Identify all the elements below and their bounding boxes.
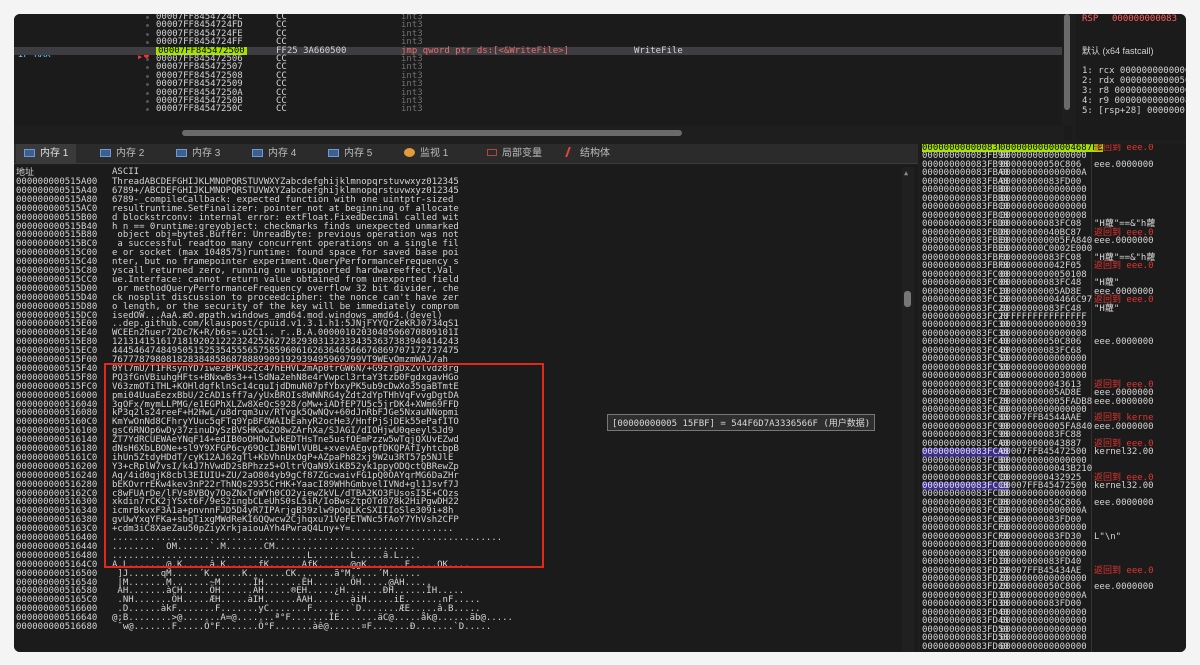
memory-address: 000000000516680 xyxy=(16,622,98,632)
registers-panel[interactable]: RSP 000000000083 默认 (x64 fastcall) 1: rc… xyxy=(1076,14,1186,140)
address-column-header: 地址 xyxy=(16,167,35,177)
argument-row: 4: r9 000000000000083 xyxy=(1082,96,1186,106)
tab-label: 内存 2 xyxy=(116,148,145,159)
stack-comment: eee.0000000 xyxy=(1094,159,1154,170)
memory-vscroll[interactable] xyxy=(902,167,914,652)
rsp-label: RSP xyxy=(1082,14,1099,24)
memory-icon xyxy=(328,149,339,157)
memory-tabbar: 内存 1 内存 2 内存 3 内存 4 内存 5 监视 1 局部变量 结构体 xyxy=(14,144,918,164)
stack-comment: 返回到 eee.0 xyxy=(1094,565,1154,576)
tab-label: 结构体 xyxy=(580,148,610,159)
tab-3[interactable]: 内存 3 xyxy=(168,144,228,164)
stack-comment: 返回到 eee.0 xyxy=(1094,261,1154,272)
memory-icon xyxy=(100,149,111,157)
tab-label: 内存 3 xyxy=(192,148,221,159)
disasm-address: 00007FF84547250C xyxy=(156,104,243,115)
argument-row: 2: rdx 0000000000050 xyxy=(1082,76,1186,86)
gutter-dot-icon[interactable] xyxy=(146,58,149,61)
stack-comment: eee.0000000 xyxy=(1094,337,1154,348)
tab-label: 内存 5 xyxy=(344,148,373,159)
stack-comment: "H蘿" xyxy=(1094,303,1120,314)
stack-view[interactable]: 00000000000083FB88 00000000000004687FE 返回到… xyxy=(920,144,1186,652)
stack-comment: eee.0000000 xyxy=(1094,497,1154,508)
memory-value-tooltip: [00000000005 15FBF] = 544F6D7A3336566F (… xyxy=(607,414,876,431)
memory-vscroll-thumb[interactable] xyxy=(904,291,911,307)
disassembly-vscroll-thumb[interactable] xyxy=(1064,14,1070,110)
stack-comment: eee.0000000 xyxy=(1094,421,1154,432)
tab-label: 内存 4 xyxy=(268,148,297,159)
stack-comment: eee.0000000 xyxy=(1094,582,1154,593)
debugger-window: IP RAX ▶ 00007FF8454724FC CC int3 00007FF84… xyxy=(14,14,1186,652)
struct-icon xyxy=(565,147,577,157)
stack-comment: L"\n" xyxy=(1094,531,1122,542)
stack-comment: eee.0000000 xyxy=(1094,235,1154,246)
memory-icon xyxy=(252,149,263,157)
disassembly-hscroll-thumb[interactable] xyxy=(182,130,682,136)
disasm-instruction: jmp qword ptr ds:[<&WriteFile>] xyxy=(401,45,569,56)
tab-6[interactable]: 监视 1 xyxy=(396,144,456,164)
memory-icon xyxy=(24,149,35,157)
disassembly-view[interactable]: IP RAX ▶ 00007FF8454724FC CC int3 00007FF84… xyxy=(14,14,1072,140)
memory-icon xyxy=(176,149,187,157)
disasm-bytes: CC xyxy=(276,104,287,115)
ascii-column-header: ASCII xyxy=(112,167,140,177)
tab-label: 内存 1 xyxy=(40,148,69,159)
stack-row[interactable]: 000000000083FD60 0000000000000000 xyxy=(920,641,1186,652)
locals-icon xyxy=(487,149,497,156)
stack-address: 000000000083FD60 xyxy=(922,641,1009,652)
stack-comment: kernel32.00 xyxy=(1094,447,1154,458)
stack-comment: 返回到 eee.0 xyxy=(1094,144,1154,153)
gutter-dot-icon[interactable] xyxy=(146,16,149,19)
gutter-dot-icon[interactable] xyxy=(146,100,149,103)
tab-5[interactable]: 内存 5 xyxy=(320,144,380,164)
tab-label: 局部变量 xyxy=(502,148,542,159)
argument-row: 5: [rsp+28] 0000000 xyxy=(1082,106,1185,116)
gutter-dot-icon[interactable] xyxy=(146,74,149,78)
stack-value: 0000000000000000 xyxy=(1000,641,1087,652)
memory-dump-view[interactable]: 地址 ASCII 000000000515A00 ThreadABCDEFGHIJ… xyxy=(14,165,918,652)
gutter-dot-icon[interactable] xyxy=(146,91,149,95)
scroll-up-arrow-icon[interactable]: ▲ xyxy=(904,169,908,177)
watch-icon xyxy=(404,148,415,157)
memory-row[interactable]: 000000000516680 ¯w@.......F.....Ö°F.....… xyxy=(14,623,914,632)
tab-1[interactable]: 内存 1 xyxy=(16,144,77,164)
tab-2[interactable]: 内存 2 xyxy=(92,144,152,164)
tab-8[interactable]: 结构体 xyxy=(559,144,618,164)
tab-label: 监视 1 xyxy=(420,148,449,159)
gutter-dot-icon[interactable] xyxy=(146,32,149,36)
rsp-value: 000000000083 xyxy=(1112,14,1178,24)
memory-ascii: ¯w@.......F.....Ö°F.......Ö°F.......àê@.… xyxy=(112,622,492,632)
stack-comment: eee.0000000 xyxy=(1094,396,1154,407)
stack-comment: kernel32.00 xyxy=(1094,481,1154,491)
argument-row: 3: r8 00000000000000 xyxy=(1082,86,1186,96)
tab-7[interactable]: 局部变量 xyxy=(479,144,550,164)
calling-convention-select[interactable]: 默认 (x64 fastcall) xyxy=(1082,44,1154,57)
disasm-instruction: int3 xyxy=(401,104,423,115)
disasm-comment: WriteFile xyxy=(634,45,683,56)
argument-row: 1: rcx 0000000000000 xyxy=(1082,66,1186,76)
tab-4[interactable]: 内存 4 xyxy=(244,144,304,164)
selection-highlight xyxy=(104,363,544,568)
disasm-row[interactable]: 00007FF84547250C CC int3 xyxy=(14,104,1064,115)
